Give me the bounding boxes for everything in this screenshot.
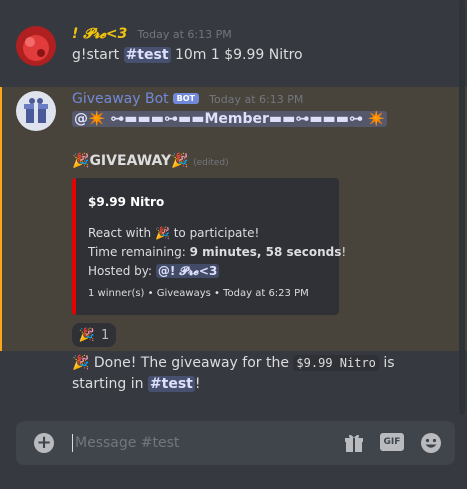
message-user: ! 𝓟𝓻𝓮<3 Today at 6:13 PM g!start #test 1… <box>0 18 467 68</box>
bot-username[interactable]: Giveaway Bot <box>72 91 169 107</box>
message-text: starting in <box>72 376 148 392</box>
embed-text: to participate! <box>169 226 260 240</box>
message-text: Done! The giveaway for the <box>89 355 294 371</box>
message-text: is <box>378 355 395 371</box>
timestamp: Today at 6:13 PM <box>209 93 304 106</box>
giveaway-title: GIVEAWAY <box>89 153 172 169</box>
message-content: 🎉 Done! The giveaway for the $9.99 Nitro… <box>72 355 395 371</box>
emoji-icon[interactable] <box>420 432 442 454</box>
username[interactable]: ! 𝓟𝓻𝓮<3 <box>72 26 127 42</box>
reaction-party-popper[interactable]: 🎉 1 <box>72 323 116 347</box>
message-text: g!start <box>72 47 124 63</box>
inline-code: $9.99 Nitro <box>293 355 379 371</box>
message-continuation: 🎉 Done! The giveaway for the $9.99 Nitro… <box>0 351 467 401</box>
channel-mention[interactable]: #test <box>123 47 171 63</box>
party-popper-icon: 🎉 <box>78 327 95 343</box>
giveaway-heading: 🎉GIVEAWAY🎉 (edited) <box>72 153 229 169</box>
message-composer: + GIF <box>16 421 455 465</box>
message-input[interactable] <box>72 434 325 452</box>
message-content: starting in #test! <box>72 376 201 392</box>
embed-text: ! <box>341 245 347 259</box>
role-mention-line: @✴️ ⊶▬▬▬⊶▬▬Member▬▬⊶▬▬▬⊶ ✴️ <box>72 111 388 127</box>
role-mention[interactable]: @✴️ ⊶▬▬▬⊶▬▬Member▬▬⊶▬▬▬⊶ ✴️ <box>72 111 388 127</box>
mention-highlight-bar <box>0 87 2 351</box>
party-popper-icon: 🎉 <box>154 226 170 240</box>
embed-footer: 1 winner(s) • Giveaways • Today at 6:23 … <box>88 288 309 299</box>
embed-description: React with 🎉 to participate! Time remain… <box>88 224 346 281</box>
reaction-count: 1 <box>100 327 110 343</box>
time-value: 9 minutes, 58 seconds <box>189 245 342 259</box>
message-text: 10m 1 $9.99 Nitro <box>170 47 303 63</box>
chat-scrollbar[interactable] <box>459 0 465 415</box>
party-popper-icon: 🎉 <box>72 153 90 169</box>
add-attachment-button[interactable]: + <box>34 433 54 453</box>
message-content: g!start #test 10m 1 $9.99 Nitro <box>72 47 303 63</box>
author-line: ! 𝓟𝓻𝓮<3 Today at 6:13 PM <box>72 26 232 44</box>
time-label: Time remaining: <box>88 245 190 259</box>
channel-mention[interactable]: #test <box>147 376 195 392</box>
embed-title: $9.99 Nitro <box>88 195 165 209</box>
message-bot: Giveaway Bot BOT Today at 6:13 PM @✴️ ⊶▬▬… <box>0 87 467 351</box>
message-text: ! <box>194 376 201 392</box>
giveaway-embed: $9.99 Nitro React with 🎉 to participate!… <box>72 178 346 315</box>
edited-label: (edited) <box>193 158 229 168</box>
gift-icon[interactable] <box>343 432 365 454</box>
gif-button[interactable]: GIF <box>380 433 404 451</box>
timestamp: Today at 6:13 PM <box>137 28 232 41</box>
host-mention[interactable]: @! 𝓟𝓻𝓮<3 <box>155 264 220 278</box>
author-line: Giveaway Bot BOT Today at 6:13 PM <box>72 91 303 109</box>
party-popper-icon: 🎉 <box>72 355 90 371</box>
user-avatar[interactable] <box>16 26 56 66</box>
bot-avatar[interactable] <box>16 91 56 131</box>
embed-text: React with <box>88 226 155 240</box>
hosted-label: Hosted by: <box>88 264 156 278</box>
party-popper-icon: 🎉 <box>171 153 189 169</box>
bot-tag: BOT <box>172 93 199 104</box>
